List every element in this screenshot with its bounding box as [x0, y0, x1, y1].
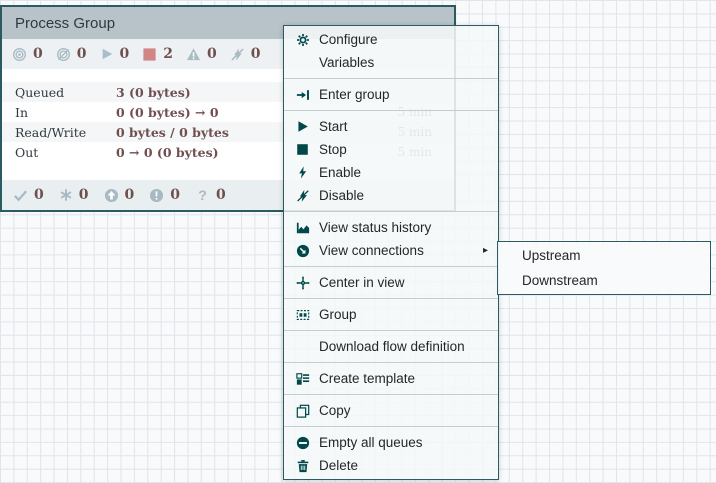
- menu-item-label: Enable: [319, 165, 361, 180]
- not-transmitting-stat: 0: [56, 46, 87, 62]
- menu-item-view-status-history[interactable]: View status history: [284, 216, 498, 239]
- menu-separator: [284, 78, 498, 79]
- not-transmitting-icon: [56, 47, 71, 62]
- menu-item-label: Delete: [319, 458, 358, 473]
- submenu-item-upstream[interactable]: Upstream: [498, 243, 710, 268]
- copy-icon: [294, 404, 311, 418]
- stopped-icon: [142, 47, 157, 62]
- menu-item-center-in-view[interactable]: Center in view: [284, 271, 498, 294]
- stale-icon: [104, 188, 119, 203]
- menu-item-label: Start: [319, 119, 348, 134]
- trash-icon: [294, 459, 311, 473]
- process-group-title: Process Group: [15, 15, 115, 32]
- sync-failure-icon: ?: [195, 188, 210, 203]
- menu-separator: [284, 211, 498, 212]
- menu-item-label: Stop: [319, 142, 347, 157]
- group-icon: [294, 308, 311, 322]
- play-icon: [294, 120, 311, 133]
- menu-item-variables[interactable]: Variables: [284, 51, 498, 74]
- menu-item-label: View connections: [319, 243, 424, 258]
- locally-modified-icon: [59, 188, 73, 202]
- menu-item-start[interactable]: Start: [284, 115, 498, 138]
- menu-item-label: Empty all queues: [319, 435, 423, 450]
- menu-item-create-template[interactable]: Create template: [284, 367, 498, 390]
- menu-item-enter-group[interactable]: Enter group: [284, 83, 498, 106]
- connections-icon: [294, 244, 311, 258]
- minus-circle-icon: [294, 436, 311, 450]
- menu-item-disable[interactable]: Disable: [284, 184, 498, 207]
- view-connections-submenu: Upstream Downstream: [497, 241, 711, 295]
- locally-modified-stale-stat: 0: [149, 187, 180, 203]
- menu-item-label: Group: [319, 307, 357, 322]
- submenu-item-downstream[interactable]: Downstream: [498, 268, 710, 293]
- menu-item-stop[interactable]: Stop: [284, 138, 498, 161]
- stop-icon: [294, 143, 311, 156]
- locally-modified-stale-icon: [149, 188, 164, 203]
- up-to-date-stat: 0: [13, 187, 44, 203]
- stopped-stat: 2: [142, 46, 173, 62]
- menu-separator: [284, 298, 498, 299]
- menu-item-label: Disable: [319, 188, 364, 203]
- stale-stat: 0: [104, 187, 135, 203]
- disabled-icon: [230, 47, 245, 62]
- status-history-icon: [294, 221, 311, 235]
- menu-item-empty-all-queues[interactable]: Empty all queues: [284, 431, 498, 454]
- menu-item-download-flow-definition[interactable]: Download flow definition: [284, 335, 498, 358]
- bolt-icon: [294, 166, 311, 179]
- up-to-date-icon: [13, 188, 28, 203]
- sync-failure-stat: ? 0: [195, 187, 226, 203]
- menu-separator: [284, 266, 498, 267]
- menu-separator: [284, 426, 498, 427]
- gear-icon: [294, 33, 311, 47]
- center-view-icon: [294, 276, 311, 290]
- submenu-item-label: Downstream: [522, 273, 598, 288]
- menu-item-label: Configure: [319, 32, 378, 47]
- menu-item-label: Create template: [319, 371, 415, 386]
- svg-text:?: ?: [198, 188, 207, 203]
- submenu-item-label: Upstream: [522, 248, 581, 263]
- transmitting-stat: 0: [12, 46, 43, 62]
- menu-item-copy[interactable]: Copy: [284, 399, 498, 422]
- menu-item-label: Variables: [319, 55, 374, 70]
- disabled-stat: 0: [230, 46, 261, 62]
- nifi-canvas[interactable]: { "canvas": { "background": "#f8fafb", "…: [0, 0, 716, 483]
- menu-item-enable[interactable]: Enable: [284, 161, 498, 184]
- menu-item-label: Center in view: [319, 275, 405, 290]
- menu-separator: [284, 394, 498, 395]
- menu-item-view-connections[interactable]: View connections ▸: [284, 239, 498, 262]
- menu-item-label: View status history: [319, 220, 431, 235]
- menu-separator: [284, 362, 498, 363]
- running-icon: [100, 47, 114, 61]
- menu-item-delete[interactable]: Delete: [284, 454, 498, 477]
- menu-item-label: Copy: [319, 403, 351, 418]
- template-icon: [294, 372, 311, 386]
- invalid-stat: 0: [186, 46, 217, 62]
- menu-item-label: Download flow definition: [319, 339, 465, 354]
- menu-item-group[interactable]: Group: [284, 303, 498, 326]
- transmitting-icon: [12, 47, 27, 62]
- invalid-icon: [186, 47, 201, 62]
- enter-group-icon: [294, 88, 311, 102]
- menu-separator: [284, 110, 498, 111]
- menu-separator: [284, 330, 498, 331]
- submenu-arrow-icon: ▸: [483, 245, 488, 256]
- bolt-slash-icon: [294, 189, 311, 203]
- locally-modified-stat: 0: [59, 187, 89, 203]
- menu-item-label: Enter group: [319, 87, 390, 102]
- context-menu: Configure Variables Enter group Start St…: [283, 25, 499, 480]
- running-stat: 0: [100, 46, 130, 62]
- menu-item-configure[interactable]: Configure: [284, 28, 498, 51]
